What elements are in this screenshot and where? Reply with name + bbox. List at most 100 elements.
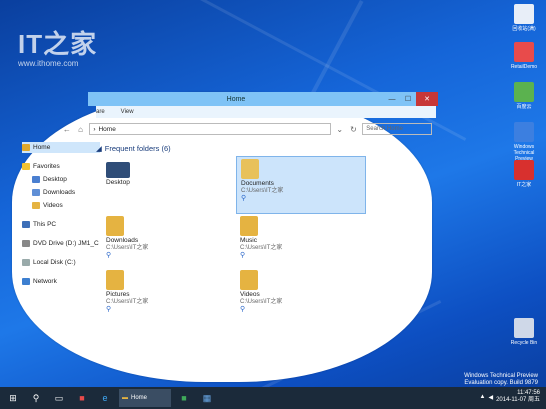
search-icon[interactable]: ⚲ bbox=[26, 389, 46, 407]
folder-music-icon bbox=[240, 216, 258, 236]
folder-name: Downloads bbox=[106, 237, 139, 244]
home-icon[interactable]: ⌂ bbox=[76, 125, 86, 134]
sidebar-item-dvd[interactable]: DVD Drive (D:) JM1_C bbox=[22, 238, 100, 249]
volume-icon[interactable]: ◀ bbox=[488, 394, 493, 401]
recycle-bin-icon bbox=[514, 4, 534, 24]
desktop-icon-label: 回收站(满) bbox=[512, 26, 536, 32]
chevron-right-icon: › bbox=[93, 125, 96, 133]
folder-name: Videos bbox=[240, 291, 260, 298]
clock-time: 11:47:56 bbox=[517, 390, 540, 396]
folder-tile-downloads[interactable]: Downloads C:\Users\IT之家 ⚲ bbox=[102, 214, 232, 272]
taskbar-app-label: Home bbox=[131, 395, 148, 401]
desktop-icon-retaildemo[interactable]: RetailDemo bbox=[504, 42, 544, 70]
close-button[interactable]: ✕ bbox=[416, 92, 438, 106]
folder-name: Desktop bbox=[106, 179, 130, 186]
desktop-icon-ithome[interactable]: IT之家 bbox=[504, 160, 544, 188]
sidebar-item-network[interactable]: Network bbox=[22, 276, 100, 287]
network-icon bbox=[22, 278, 30, 285]
sidebar-item-localdisk[interactable]: Local Disk (C:) bbox=[22, 257, 100, 268]
sidebar-item-home[interactable]: Home bbox=[22, 142, 100, 153]
tab-view[interactable]: View bbox=[121, 109, 134, 115]
network-icon[interactable]: ▲ bbox=[479, 394, 485, 400]
folder-documents-icon bbox=[241, 159, 259, 179]
folder-tile-documents[interactable]: Documents C:\Users\IT之家 ⚲ bbox=[236, 156, 366, 214]
address-bar-row: ← ⌂ › Home ⌄ ↻ Search Home bbox=[62, 122, 432, 136]
sidebar-item-videos[interactable]: Videos bbox=[22, 200, 100, 211]
desktop-icon-recycle[interactable]: 回收站(满) bbox=[504, 4, 544, 32]
desktop-icon-label: IT之家 bbox=[516, 182, 532, 188]
ithome-app-icon[interactable]: ■ bbox=[72, 389, 92, 407]
store-icon[interactable]: ■ bbox=[174, 389, 194, 407]
collapse-icon: ◢ bbox=[96, 143, 102, 153]
back-arrow-icon[interactable]: ← bbox=[62, 125, 72, 134]
sidebar-item-desktop[interactable]: Desktop bbox=[22, 174, 100, 185]
windows-logo-icon bbox=[514, 122, 534, 142]
minimize-button[interactable]: — bbox=[384, 92, 400, 106]
folder-path: C:\Users\IT之家 bbox=[240, 245, 283, 251]
desktop-icon bbox=[32, 176, 40, 183]
sidebar-item-label: Favorites bbox=[33, 163, 60, 170]
pin-icon[interactable]: ⚲ bbox=[106, 306, 228, 314]
folder-tile-music[interactable]: Music C:\Users\IT之家 ⚲ bbox=[236, 214, 366, 272]
desktop-icon bbox=[106, 162, 130, 178]
calculator-icon[interactable]: ▦ bbox=[197, 389, 217, 407]
content-pane: ◢ Frequent folders (6) bbox=[96, 142, 436, 154]
pin-icon[interactable]: ⚲ bbox=[106, 252, 228, 260]
pin-icon[interactable]: ⚲ bbox=[240, 252, 362, 260]
address-bar[interactable]: › Home bbox=[89, 123, 331, 135]
folder-videos-icon bbox=[240, 270, 258, 290]
sidebar-item-label: Network bbox=[33, 278, 57, 285]
refresh-icon[interactable]: ↻ bbox=[349, 125, 359, 134]
folder-tile-desktop[interactable]: Desktop bbox=[102, 160, 232, 218]
group-header[interactable]: ◢ Frequent folders (6) bbox=[96, 142, 436, 154]
start-button[interactable]: ⊞ bbox=[3, 389, 23, 407]
folder-tile-pictures[interactable]: Pictures C:\Users\IT之家 ⚲ bbox=[102, 268, 232, 326]
desktop-icon-label: RetailDemo bbox=[510, 64, 538, 70]
ie-icon[interactable]: e bbox=[95, 389, 115, 407]
folder-path: C:\Users\IT之家 bbox=[106, 299, 149, 305]
sidebar-item-label: Videos bbox=[43, 202, 63, 209]
desktop-icon-label: 百度云 bbox=[516, 104, 532, 110]
navigation-pane: Home Favorites Desktop Downloads Videos … bbox=[22, 142, 100, 289]
group-title: Frequent folders (6) bbox=[104, 143, 171, 153]
window-titlebar[interactable]: Home — ☐ ✕ bbox=[88, 92, 438, 106]
folder-name: Music bbox=[240, 237, 257, 244]
window-title: Home bbox=[226, 95, 246, 103]
desktop-icon-windows[interactable]: Windows Technical Preview bbox=[504, 122, 544, 162]
clock[interactable]: 11:47:56 2014-11-07 周五 bbox=[496, 390, 540, 404]
folder-pictures-icon bbox=[106, 270, 124, 290]
tab-share[interactable]: are bbox=[96, 109, 105, 115]
build-line-2: Evaluation copy. Build 9879 bbox=[464, 380, 538, 386]
system-tray: ▲ ◀ 11:47:56 2014-11-07 周五 bbox=[479, 390, 540, 404]
task-view-icon[interactable]: ▭ bbox=[49, 389, 69, 407]
desktop-icon-recyclebin[interactable]: Recycle Bin bbox=[504, 318, 544, 346]
computer-icon bbox=[22, 221, 30, 228]
taskbar: ⊞ ⚲ ▭ ■ e ▬ Home ■ ▦ ▲ ◀ 11:47:56 2014-1… bbox=[0, 387, 546, 409]
address-path: Home bbox=[98, 125, 116, 133]
dropdown-icon[interactable]: ⌄ bbox=[335, 125, 345, 134]
folder-tile-videos[interactable]: Videos C:\Users\IT之家 ⚲ bbox=[236, 268, 366, 326]
ithome-icon bbox=[514, 160, 534, 180]
star-icon bbox=[22, 163, 30, 170]
hard-disk-icon bbox=[22, 259, 30, 266]
sidebar-item-label: Desktop bbox=[43, 176, 67, 183]
pin-icon[interactable]: ⚲ bbox=[240, 306, 362, 314]
sidebar-item-favorites[interactable]: Favorites bbox=[22, 161, 100, 172]
maximize-button[interactable]: ☐ bbox=[400, 92, 416, 106]
home-icon bbox=[22, 144, 30, 151]
clock-date: 2014-11-07 bbox=[496, 397, 527, 403]
folder-icon: ▬ bbox=[122, 395, 128, 401]
sidebar-item-thispc[interactable]: This PC bbox=[22, 219, 100, 230]
ribbon-tabs: are View bbox=[96, 106, 436, 118]
dvd-drive-icon bbox=[22, 240, 30, 247]
pin-icon[interactable]: ⚲ bbox=[241, 195, 361, 203]
sidebar-item-label: Home bbox=[33, 144, 51, 151]
search-input[interactable]: Search Home bbox=[362, 123, 432, 135]
folder-path: C:\Users\IT之家 bbox=[241, 188, 284, 194]
desktop-icon-baiduyun[interactable]: 百度云 bbox=[504, 82, 544, 110]
folder-path: C:\Users\IT之家 bbox=[240, 299, 283, 305]
sidebar-item-downloads[interactable]: Downloads bbox=[22, 187, 100, 198]
taskbar-app-explorer[interactable]: ▬ Home bbox=[119, 389, 171, 407]
folder-path: C:\Users\IT之家 bbox=[106, 245, 149, 251]
desktop-icon-label: Recycle Bin bbox=[510, 340, 538, 346]
